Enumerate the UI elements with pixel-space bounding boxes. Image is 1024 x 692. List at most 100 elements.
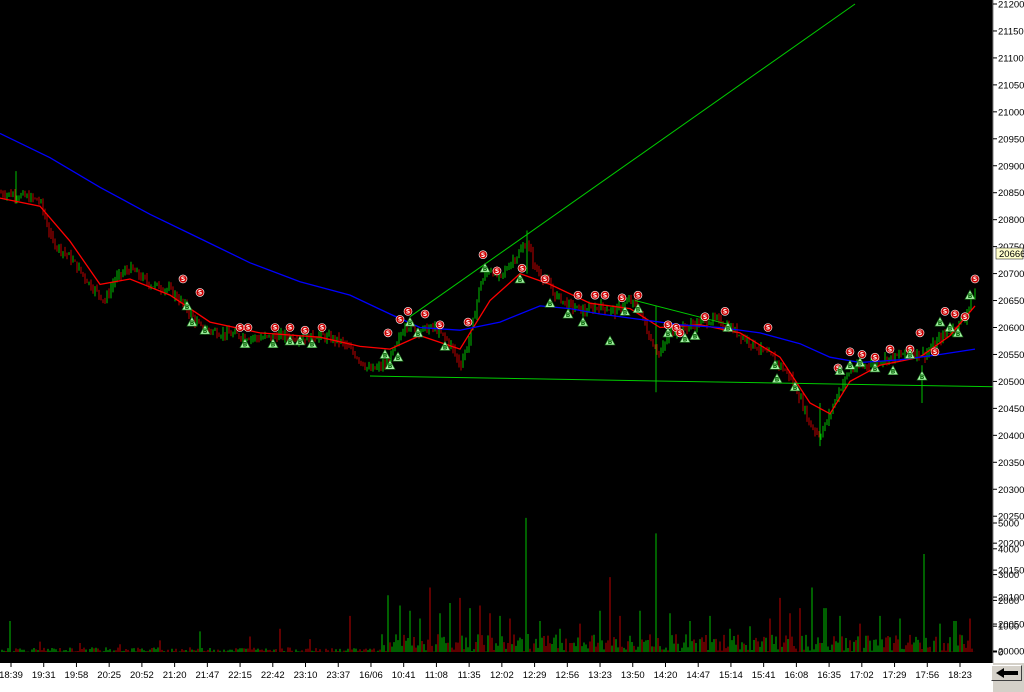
time-tick-label: 20:52 [130,670,154,681]
buy-signal-glyph: B [581,320,586,327]
price-tick-label: 20500 [998,377,1024,388]
sell-signal-glyph: S [520,265,524,272]
sell-signal: S [590,290,600,300]
sell-signal-glyph: S [943,309,947,316]
sell-signal: S [915,328,925,338]
sell-signal: S [285,323,295,332]
time-tick-label: 17:29 [883,670,907,681]
time-tick-label: 13:50 [621,670,645,681]
buy-signal-glyph: B [443,344,448,351]
sell-signal: S [420,309,430,319]
price-tick-label: 20550 [998,350,1024,361]
sell-signal-glyph: S [576,292,580,299]
buy-signal-glyph: B [190,320,195,327]
buy-signal-glyph: B [793,385,798,392]
buy-signal-glyph: B [566,312,571,319]
time-tick-label: 20:25 [97,670,121,681]
sell-signal-glyph: S [848,349,852,356]
time-tick-label: 22:15 [228,670,252,681]
volume-tick-label: 5000 [998,519,1019,530]
time-tick-label: 16:35 [817,670,841,681]
buy-signal-glyph: B [938,320,943,327]
sell-signal-glyph: S [603,292,607,299]
sell-signal-glyph: S [386,330,390,337]
buy-signal-glyph: B [848,363,853,370]
time-tick-label: 16:08 [784,670,808,681]
sell-signal: S [940,307,950,316]
sell-signal: S [870,352,880,362]
sell-signal-glyph: S [873,354,877,361]
price-tick-label: 20350 [998,458,1024,469]
sell-signal-glyph: S [438,322,442,329]
buy-signal-glyph: B [243,342,248,349]
buy-signal-glyph: B [271,342,276,349]
buy-signal-glyph: B [548,301,553,308]
price-tick-label: 21000 [998,107,1024,118]
scroll-left-button[interactable] [991,665,1022,681]
sell-signal: S [317,323,327,332]
buy-signal-glyph: B [666,331,671,338]
sell-signal-glyph: S [723,309,727,316]
price-tick-label: 20450 [998,404,1024,415]
sell-signal: S [970,274,980,284]
volume-tick-label: 0 [998,648,1003,659]
sell-signal-glyph: S [320,325,324,332]
sell-signal-glyph: S [703,314,707,321]
sell-signal: S [463,317,473,327]
sell-signal-glyph: S [953,311,957,318]
buy-signal-glyph: B [408,320,413,327]
sell-signal-glyph: S [636,292,640,299]
sell-signal: S [235,323,245,332]
price-tick-label: 21150 [998,26,1024,37]
volume-tick-label: 2000 [998,596,1019,607]
sell-signal: S [633,290,643,300]
sell-signal-glyph: S [918,330,922,337]
price-chart: SSSSSSSSSSSSSSSSSSSSSSSSSSSSSSSSSSSSSSSS… [0,0,1024,692]
time-tick-label: 21:20 [163,670,187,681]
time-tick-label: 10:41 [392,670,416,681]
time-tick-label: 19:31 [32,670,56,681]
sell-signal-glyph: S [198,290,202,297]
sell-signal: S [930,347,940,357]
sell-signal-glyph: S [406,309,410,316]
time-tick-label: 23:10 [294,670,318,681]
sell-signal-glyph: S [303,327,307,334]
buy-signal-glyph: B [968,293,973,300]
sell-signal-glyph: S [238,325,242,332]
sell-signal: S [960,312,970,322]
time-tick-label: 13:23 [588,670,612,681]
buy-signal-glyph: B [948,326,953,333]
sell-signal-glyph: S [766,325,770,332]
time-tick-label: 23:37 [326,670,350,681]
time-tick-label: 18:39 [0,670,23,681]
buy-signal-glyph: B [908,352,913,359]
sell-signal-glyph: S [398,317,402,324]
sell-signal: S [573,290,583,300]
time-tick-label: 16/06 [359,670,383,681]
sell-signal: S [178,274,188,284]
sell-signal-glyph: S [678,330,682,337]
price-tick-label: 20400 [998,431,1024,442]
buy-signal-glyph: B [310,342,315,349]
volume-tick-label: 1000 [998,622,1019,633]
time-tick-label: 12:29 [523,670,547,681]
sell-signal: S [270,323,280,332]
time-tick-label: 15:14 [719,670,743,681]
buy-signal-glyph: B [288,339,293,346]
last-price-label: 20666 [999,249,1024,260]
plot-background [0,0,993,663]
time-tick-label: 17:02 [850,670,874,681]
buy-signal-glyph: B [858,361,863,368]
buy-signal-glyph: B [388,363,393,370]
price-tick-label: 20300 [998,485,1024,496]
sell-signal-glyph: S [543,276,547,283]
time-tick-label: 19:58 [65,670,89,681]
price-tick-label: 21100 [998,53,1024,64]
volume-tick-label: 3000 [998,570,1019,581]
time-tick-label: 22:42 [261,670,285,681]
time-tick-label: 11:08 [425,670,448,681]
price-tick-label: 20850 [998,188,1024,199]
sell-signal: S [517,263,527,273]
sell-signal-glyph: S [288,325,292,332]
sell-signal: S [763,323,773,332]
